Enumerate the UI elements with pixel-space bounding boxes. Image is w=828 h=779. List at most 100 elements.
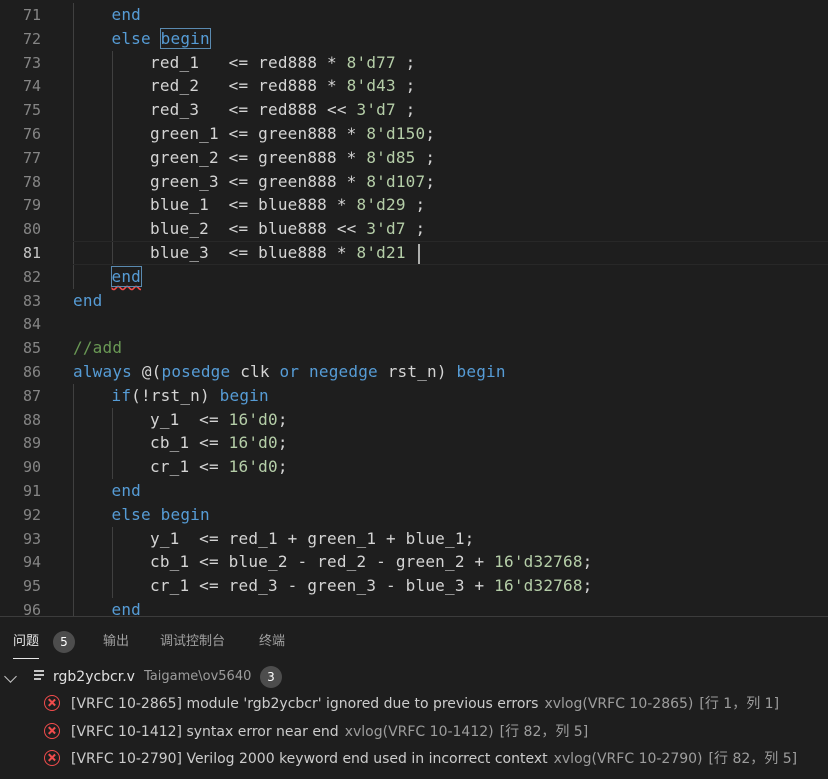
indent-guide	[73, 3, 74, 27]
indent-guide	[73, 193, 74, 218]
indent-guide	[73, 50, 74, 75]
code-text[interactable]: //add	[73, 336, 122, 360]
line-number: 95	[22, 577, 41, 596]
code-line[interactable]: 93 y_1 <= red_1 + green_1 + blue_1;	[0, 526, 828, 551]
code-token: ;	[405, 219, 426, 239]
code-token: y_1 <=	[150, 409, 229, 429]
code-editor[interactable]: 71 end 72 else begin 73 red_1 <= red888 * 8'd…	[0, 0, 828, 616]
code-text[interactable]: y_1 <= 16'd0;	[150, 408, 288, 432]
code-text[interactable]: end	[112, 3, 142, 27]
code-text[interactable]: blue_1 <= blue888 * 8'd29 ;	[150, 193, 425, 217]
code-text[interactable]: end	[110, 265, 142, 289]
indent-guide	[73, 26, 74, 51]
problem-item[interactable]: [VRFC 10-2865] module 'rgb2ycbcr' ignore…	[0, 691, 828, 717]
line-number: 91	[22, 482, 41, 500]
code-token: y_1 <= red_1 + green_1 + blue_1;	[150, 528, 475, 548]
indent-guide	[73, 122, 74, 146]
code-token: ;	[425, 171, 436, 191]
code-line[interactable]: 78 green_3 <= green888 * 8'd107;	[0, 169, 828, 194]
code-text[interactable]: red_2 <= red888 * 8'd43 ;	[150, 74, 416, 98]
code-line[interactable]: 81 blue_3 <= blue888 * 8'd21	[0, 241, 828, 265]
code-line[interactable]: 90 cr_1 <= 16'd0;	[0, 455, 828, 480]
error-circle-icon	[44, 722, 60, 739]
code-text[interactable]: y_1 <= red_1 + green_1 + blue_1;	[150, 527, 474, 551]
line-number: 94	[22, 553, 41, 572]
tab-debug-console[interactable]: 调试控制台	[160, 631, 225, 653]
code-line[interactable]: 77 green_2 <= green888 * 8'd85 ;	[0, 145, 828, 170]
code-token: ;	[277, 457, 288, 477]
code-text[interactable]: end	[112, 479, 142, 503]
code-line[interactable]: 86 always @(posedge clk or negedge rst_n)…	[0, 360, 828, 384]
code-line[interactable]: 74 red_2 <= red888 * 8'd43 ;	[0, 74, 828, 99]
problem-file-row[interactable]: rgb2ycbcr.v Taigame\ov5640 3	[0, 665, 828, 689]
tab-output[interactable]: 输出	[103, 631, 129, 653]
code-text[interactable]: green_3 <= green888 * 8'd107;	[150, 170, 435, 194]
problem-item[interactable]: [VRFC 10-2790] Verilog 2000 keyword end …	[0, 746, 828, 772]
problem-position: [行 1，列 1]	[699, 696, 780, 712]
code-text[interactable]: cb_1 <= blue_2 - red_2 - green_2 + 16'd3…	[150, 550, 593, 574]
code-token: ;	[277, 409, 288, 429]
line-number: 81	[22, 244, 41, 262]
code-token: //add	[73, 338, 123, 358]
problem-text: [VRFC 10-2865] module 'rgb2ycbcr' ignore…	[71, 696, 539, 712]
code-token: ;	[582, 576, 593, 596]
code-text[interactable]: red_3 <= red888 << 3'd7 ;	[150, 98, 416, 122]
line-number: 71	[22, 6, 41, 24]
code-line[interactable]: 89 cb_1 <= 16'd0;	[0, 431, 828, 456]
panel-tabs: 问题 5 输出 调试控制台 终端	[0, 617, 828, 665]
code-line[interactable]: 84	[0, 312, 828, 336]
code-line[interactable]: 91 end	[0, 479, 828, 503]
problem-file-count-badge: 3	[260, 666, 282, 688]
indent-guide	[73, 431, 74, 456]
error-circle-icon	[44, 695, 60, 711]
code-line[interactable]: 85 //add	[0, 336, 828, 360]
code-line[interactable]: 87 if(!rst_n) begin	[0, 383, 828, 408]
code-line[interactable]: 75 red_3 <= red888 << 3'd7 ;	[0, 98, 828, 123]
code-text[interactable]: if(!rst_n) begin	[112, 384, 269, 408]
code-line[interactable]: 80 blue_2 <= blue888 << 3'd7 ;	[0, 217, 828, 242]
indent-guide	[111, 574, 113, 599]
chevron-down-icon[interactable]	[4, 670, 17, 683]
code-line[interactable]: 95 cr_1 <= red_3 - green_3 - blue_3 + 16'…	[0, 574, 828, 599]
code-line[interactable]: 71 end	[0, 3, 828, 27]
code-token: ;	[405, 195, 426, 215]
code-text[interactable]: cr_1 <= 16'd0;	[150, 455, 288, 479]
problem-text: [VRFC 10-1412] syntax error near end	[71, 723, 339, 740]
code-line[interactable]: 73 red_1 <= red888 * 8'd77 ;	[0, 50, 828, 75]
code-line[interactable]: 82 end	[0, 264, 828, 289]
code-text[interactable]: always @(posedge clk or negedge rst_n) b…	[73, 360, 506, 384]
code-text[interactable]: else begin	[112, 27, 211, 51]
indent-guide	[73, 574, 74, 599]
code-line[interactable]: 88 y_1 <= 16'd0;	[0, 407, 828, 432]
code-line[interactable]: 72 else begin	[0, 26, 828, 51]
code-text[interactable]: blue_2 <= blue888 << 3'd7 ;	[150, 217, 425, 241]
indent-guide	[73, 526, 74, 551]
code-line[interactable]: 83 end	[0, 289, 828, 313]
code-token: end	[111, 481, 141, 500]
tab-problems[interactable]: 问题	[13, 631, 40, 659]
code-line[interactable]: 96 end	[0, 598, 828, 616]
code-line[interactable]: 92 else begin	[0, 502, 828, 527]
indent-guide	[111, 407, 113, 432]
code-text[interactable]: cb_1 <= 16'd0;	[150, 431, 288, 455]
problem-item[interactable]: [VRFC 10-1412] syntax error near end xvlo…	[0, 719, 828, 745]
code-token: 8'd43	[346, 76, 396, 96]
code-text[interactable]: cr_1 <= red_3 - green_3 - blue_3 + 16'd3…	[150, 574, 593, 598]
code-line[interactable]: 76 green_1 <= green888 * 8'd150;	[0, 122, 828, 146]
code-text[interactable]: green_1 <= green888 * 8'd150;	[150, 122, 435, 146]
tab-terminal[interactable]: 终端	[259, 631, 285, 653]
line-number: 86	[22, 363, 41, 381]
code-text[interactable]: end	[73, 289, 103, 313]
line-number: 77	[22, 148, 41, 167]
code-token: (!rst_n)	[131, 385, 220, 405]
line-number: 83	[22, 291, 41, 310]
code-text[interactable]: red_1 <= red888 * 8'd77 ;	[150, 51, 416, 75]
code-text[interactable]: green_2 <= green888 * 8'd85 ;	[150, 146, 435, 170]
code-line[interactable]: 79 blue_1 <= blue888 * 8'd29 ;	[0, 193, 828, 218]
code-line[interactable]: 94 cb_1 <= blue_2 - red_2 - green_2 + 16'…	[0, 550, 828, 575]
code-text[interactable]: end	[112, 598, 142, 616]
code-text[interactable]: blue_3 <= blue888 * 8'd21	[150, 241, 420, 265]
code-text[interactable]: else begin	[112, 503, 210, 527]
indent-guide	[111, 431, 113, 456]
